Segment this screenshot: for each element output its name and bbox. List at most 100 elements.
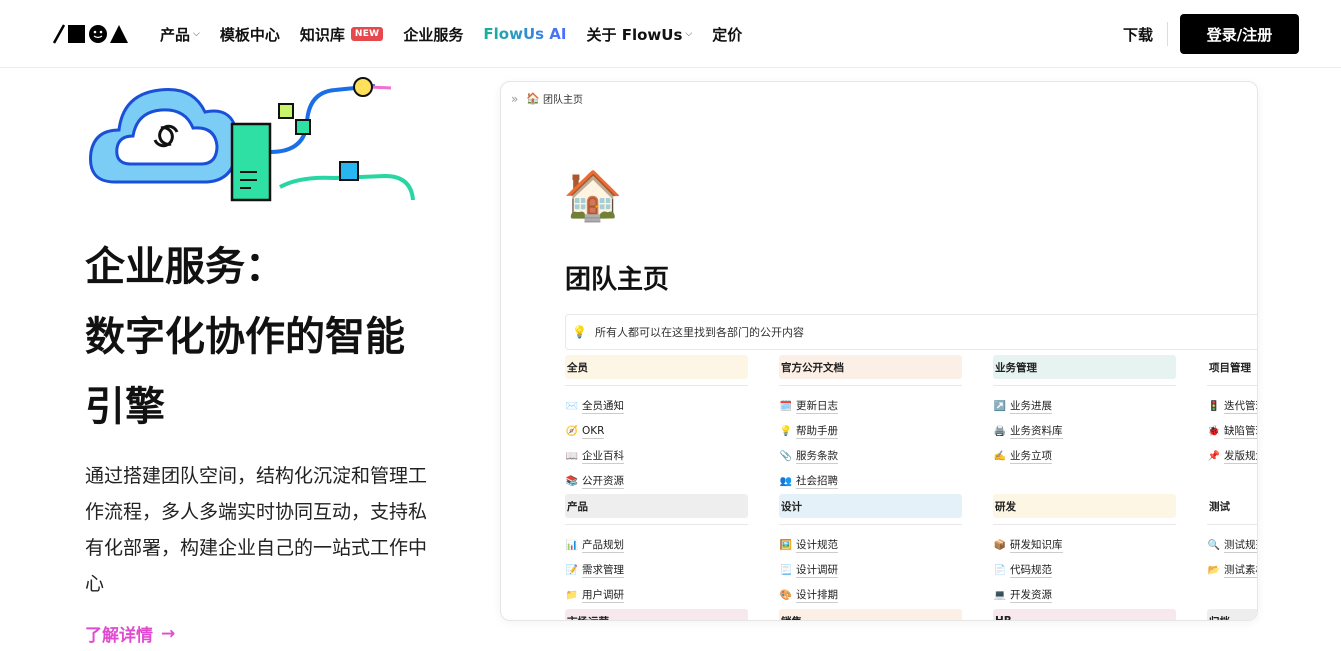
page-link-label: 迭代管理: [1224, 400, 1257, 414]
page-link-label: 测试规范: [1224, 539, 1257, 553]
download-link[interactable]: 下载: [1123, 24, 1153, 45]
page-link[interactable]: 📊 产品规划: [565, 533, 748, 558]
section-header: 市场运营: [565, 609, 748, 620]
nav-item[interactable]: 知识库 NEW: [300, 24, 384, 45]
nav-item-label: 模板中心: [219, 25, 280, 44]
page-link-label: 全员通知: [582, 399, 624, 414]
page-icon: 🎨: [779, 590, 793, 601]
page-link[interactable]: 🎨 设计排期: [779, 583, 962, 608]
page-link[interactable]: ↗️ 业务进展: [993, 394, 1176, 419]
page-icon: ↗️: [993, 401, 1007, 412]
section-block: 归档: [1207, 609, 1257, 620]
page-icon: 📌: [1207, 451, 1221, 462]
section-block: 研发 📦 研发知识库 📄 代码规范 💻 开发资源: [993, 494, 1176, 608]
page-icon: 🐞: [1207, 426, 1221, 437]
top-nav: 产品 ⌵ 模板中心 知识库 NEW 企业服务 FlowUs AI 关于 FlowUs ⌵ 定价 下…: [0, 0, 1341, 68]
page-link[interactable]: 🚦迭代管理: [1207, 394, 1257, 419]
page-icon: 🔍: [1207, 540, 1221, 551]
page-icon: 📃: [779, 565, 793, 576]
nav-item[interactable]: FlowUs AI: [483, 25, 566, 43]
cloud-server-illustration: [89, 77, 415, 202]
page-link[interactable]: 🖼️ 设计规范: [779, 533, 962, 558]
page-link-label: 业务进展: [1010, 399, 1052, 414]
house-icon: 🏠: [526, 92, 541, 105]
section-header: 官方公开文档: [779, 355, 962, 379]
section-divider: [779, 524, 962, 525]
logo-shapes-icon: [52, 24, 128, 44]
section-divider: [779, 385, 962, 386]
page-icon: 🚦: [1207, 401, 1221, 412]
page-link[interactable]: 📁 用户调研: [565, 583, 748, 608]
section-divider: [565, 524, 748, 525]
page-link-label: 测试素材: [1224, 564, 1257, 578]
section-header: 业务管理: [993, 355, 1176, 379]
page-link[interactable]: 📎 服务条款: [779, 444, 962, 469]
section-header: 设计: [779, 494, 962, 518]
page-link-label: 帮助手册: [796, 424, 838, 439]
page-link[interactable]: 📚 公开资源: [565, 469, 748, 494]
page-link[interactable]: ✍️ 业务立项: [993, 444, 1176, 469]
page-link-label: 公开资源: [582, 474, 624, 489]
section-block: 测试🔍测试规范📂测试素材: [1207, 494, 1257, 583]
section-block: 官方公开文档 🗓️ 更新日志 💡 帮助手册 📎 服务条款 👥 社会招聘: [779, 355, 962, 494]
page-link-label: 社会招聘: [796, 474, 838, 489]
nav-item[interactable]: 关于 FlowUs ⌵: [586, 24, 692, 45]
page-link-label: 企业百科: [582, 449, 624, 464]
chevron-down-icon: ⌵: [685, 29, 693, 39]
page-icon: 📄: [993, 565, 1007, 576]
nav-item[interactable]: 定价: [712, 24, 742, 45]
page-icon: 💡: [779, 426, 793, 437]
page-link[interactable]: 📄 代码规范: [993, 558, 1176, 583]
page-link-label: 用户调研: [582, 588, 624, 603]
page-link[interactable]: 🧭 OKR: [565, 419, 748, 444]
page-link-label: 服务条款: [796, 449, 838, 464]
page-link[interactable]: 🔍测试规范: [1207, 533, 1257, 558]
page-link[interactable]: 📝 需求管理: [565, 558, 748, 583]
page-link-label: 业务资料库: [1010, 424, 1063, 439]
page-link[interactable]: 🖨️ 业务资料库: [993, 419, 1176, 444]
page-house-icon: 🏠: [563, 168, 623, 224]
section-divider: [565, 385, 748, 386]
page-link[interactable]: 🗓️ 更新日志: [779, 394, 962, 419]
nav-item-label: 关于 FlowUs: [586, 25, 683, 44]
nav-divider: [1167, 22, 1168, 46]
nav-menu: 产品 ⌵ 模板中心 知识库 NEW 企业服务 FlowUs AI 关于 FlowUs ⌵ 定价: [160, 0, 762, 68]
page-link-label: 需求管理: [582, 563, 624, 578]
nav-item-label: 产品: [160, 25, 191, 44]
page-link[interactable]: 📌发版规划: [1207, 444, 1257, 469]
section-block: 全员 ✉️ 全员通知 🧭 OKR 📖 企业百科 📚 公开资源: [565, 355, 748, 494]
nav-item[interactable]: 产品 ⌵: [160, 24, 200, 45]
page-link[interactable]: 💻 开发资源: [993, 583, 1176, 608]
page-link-label: 设计调研: [796, 563, 838, 578]
nav-item[interactable]: 企业服务: [403, 24, 463, 45]
chevron-down-icon: ⌵: [193, 29, 200, 39]
login-register-button[interactable]: 登录/注册: [1180, 14, 1299, 54]
page-link[interactable]: 👥 社会招聘: [779, 469, 962, 494]
page-icon: ✍️: [993, 451, 1007, 462]
page-link[interactable]: 🐞缺陷管理: [1207, 419, 1257, 444]
lightbulb-icon: 💡: [572, 325, 587, 339]
breadcrumb-page[interactable]: 团队主页: [543, 91, 583, 106]
section-header: 归档: [1207, 609, 1257, 620]
page-icon: 📦: [993, 540, 1007, 551]
page-link[interactable]: 📂测试素材: [1207, 558, 1257, 583]
page-title: 团队主页: [565, 265, 670, 295]
page-icon: 📎: [779, 451, 793, 462]
page-icon: 👥: [779, 476, 793, 487]
page-link[interactable]: 💡 帮助手册: [779, 419, 962, 444]
page-link-label: 发版规划: [1224, 450, 1257, 464]
section-block: 销售: [779, 609, 962, 620]
section-header: 销售: [779, 609, 962, 620]
flowus-logo[interactable]: [52, 23, 130, 45]
sidebar-expand-icon[interactable]: »: [511, 92, 518, 106]
section-header: 全员: [565, 355, 748, 379]
page-icon: 📖: [565, 451, 579, 462]
section-block: 产品 📊 产品规划 📝 需求管理 📁 用户调研: [565, 494, 748, 608]
page-link[interactable]: ✉️ 全员通知: [565, 394, 748, 419]
page-link[interactable]: 📖 企业百科: [565, 444, 748, 469]
page-icon: 🖼️: [779, 540, 793, 551]
learn-more-link[interactable]: 了解详情 →: [85, 621, 175, 647]
nav-item[interactable]: 模板中心: [220, 24, 280, 45]
page-link[interactable]: 📃 设计调研: [779, 558, 962, 583]
page-link[interactable]: 📦 研发知识库: [993, 533, 1176, 558]
